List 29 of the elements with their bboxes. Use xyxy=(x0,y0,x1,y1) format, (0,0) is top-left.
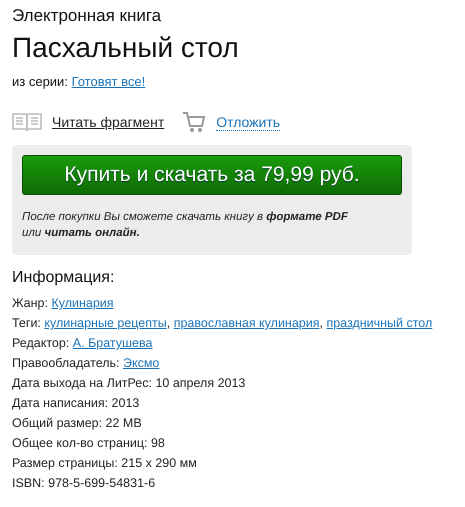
info-link[interactable]: православная кулинария xyxy=(174,316,320,330)
info-label: Жанр: xyxy=(12,296,48,310)
info-link[interactable]: А. Братушева xyxy=(72,336,152,350)
info-link[interactable]: праздничный стол xyxy=(326,316,432,330)
info-text: Дата написания: 2013 xyxy=(12,396,140,410)
info-text: ISBN: 978-5-699-54831-6 xyxy=(12,476,156,490)
read-fragment-link[interactable]: Читать фрагмент xyxy=(52,114,164,130)
info-text: Размер страницы: 215 x 290 мм xyxy=(12,456,197,470)
book-title: Пасхальный стол xyxy=(12,32,239,64)
info-heading: Информация: xyxy=(12,269,116,287)
info-link[interactable]: кулинарные рецепты xyxy=(44,316,167,330)
defer-link[interactable]: Отложить xyxy=(216,114,280,130)
separator: , xyxy=(319,316,323,330)
info-label: Теги: xyxy=(12,316,41,330)
book-type-label: Электронная книга xyxy=(12,6,162,26)
separator: , xyxy=(166,316,170,330)
info-text: Общее кол-во страниц: 98 xyxy=(12,436,165,450)
series-link[interactable]: Готовят все! xyxy=(72,74,146,89)
info-label: Редактор: xyxy=(12,336,70,350)
info-link[interactable]: Эксмо xyxy=(123,356,160,370)
info-label: Правообладатель: xyxy=(12,356,120,370)
cart-icon xyxy=(182,111,206,133)
info-link[interactable]: Кулинария xyxy=(51,296,114,310)
purchase-note: После покупки Вы сможете скачать книгу в формате PDF или читать онлайн. xyxy=(22,210,350,241)
series-label: из серии: xyxy=(12,74,68,89)
buy-button[interactable]: Купить и скачать за 79,99 руб. xyxy=(22,155,402,195)
info-text: Дата выхода на ЛитРес: 10 апреля 2013 xyxy=(12,376,246,390)
info-text: Общий размер: 22 MB xyxy=(12,416,142,430)
book-icon xyxy=(12,112,42,132)
